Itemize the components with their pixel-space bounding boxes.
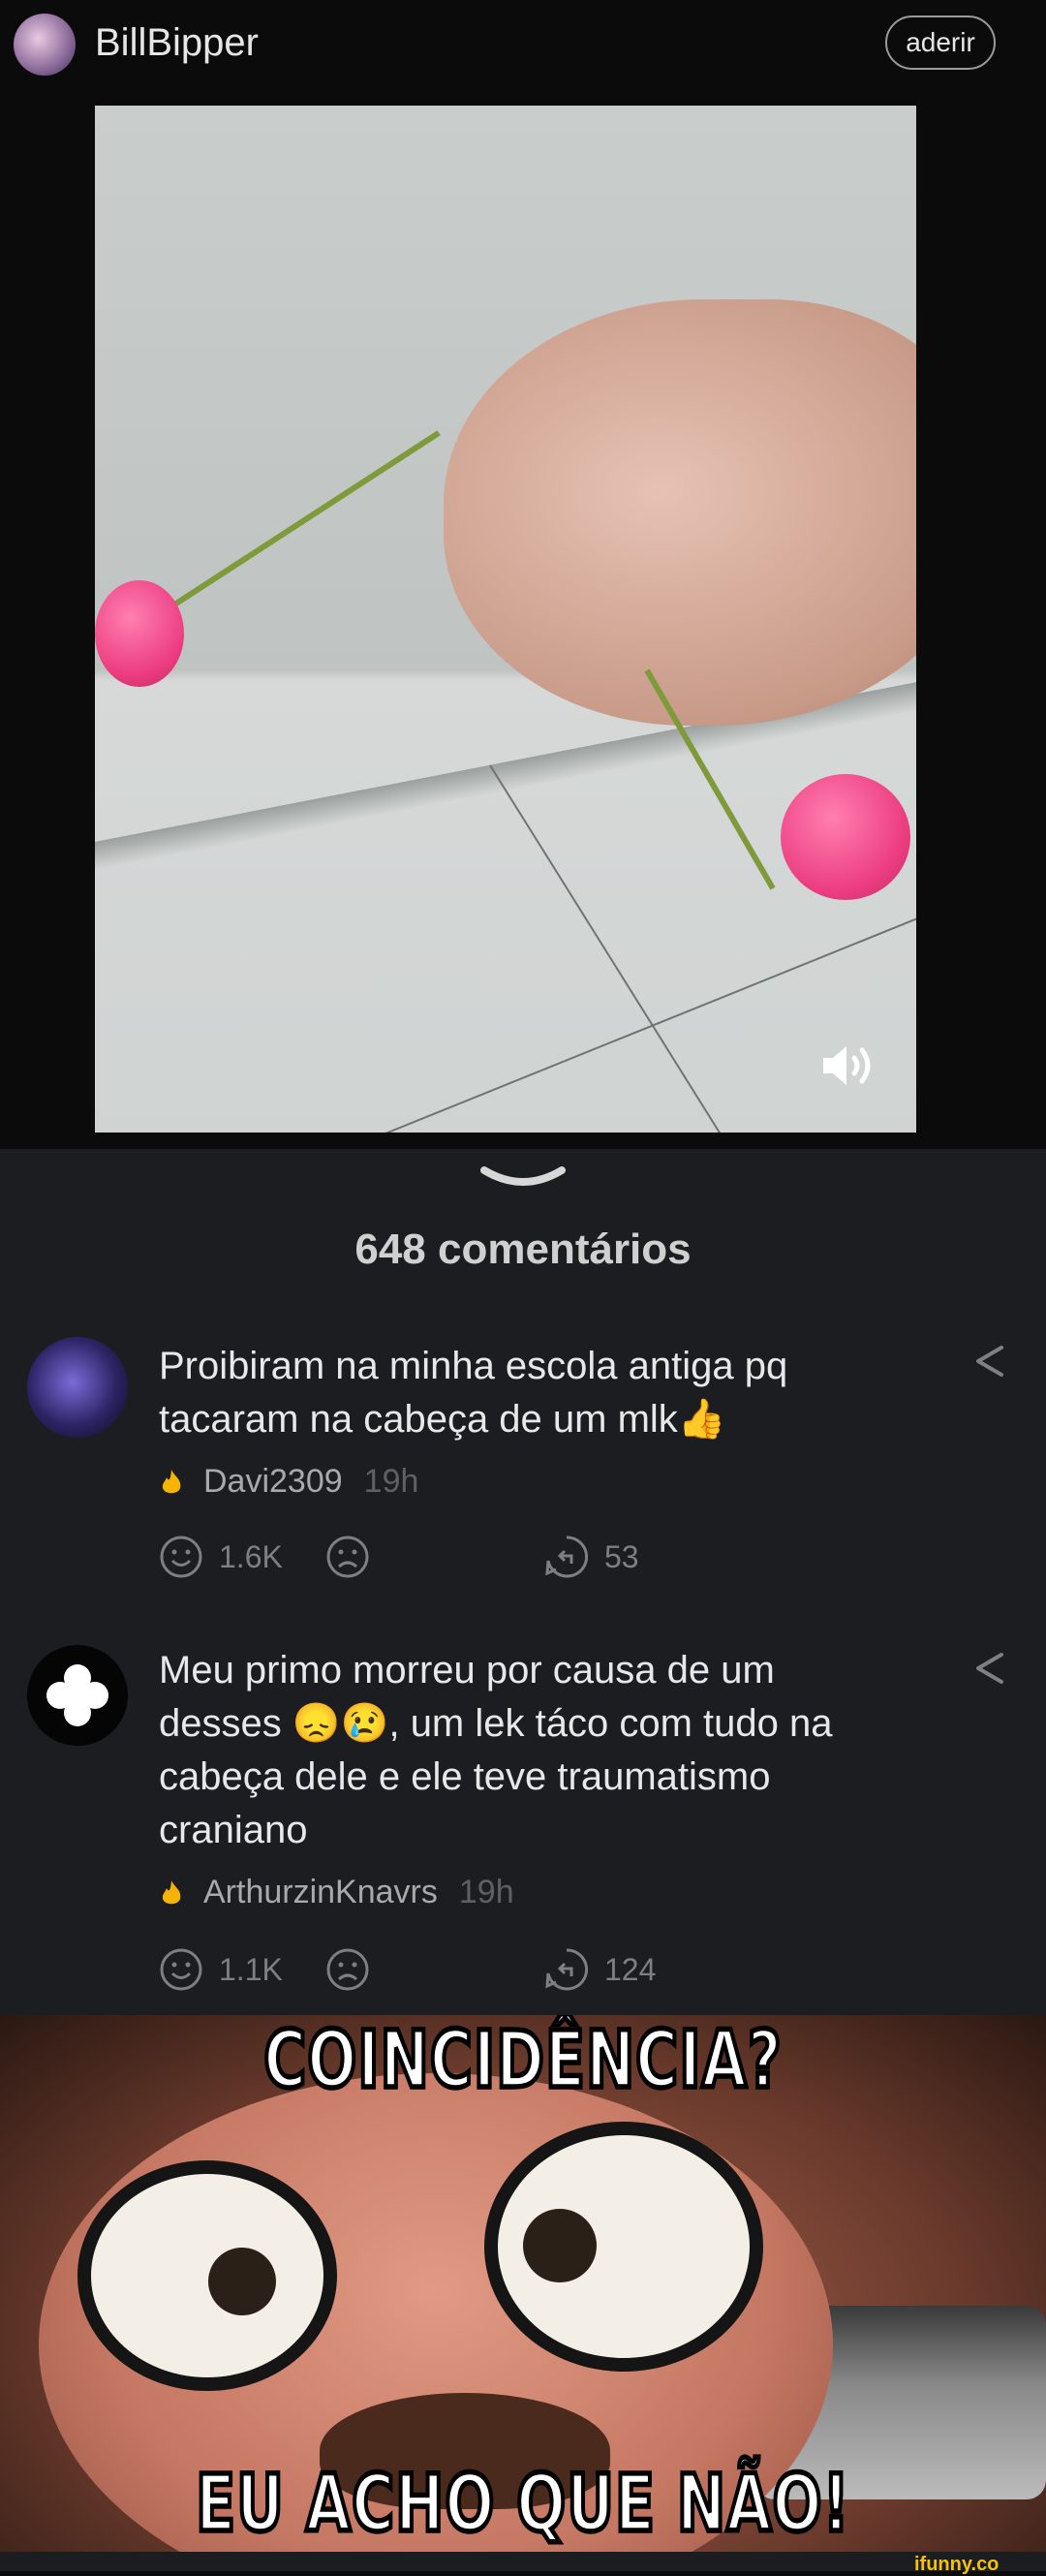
smile-icon[interactable] [159,1947,203,1992]
comment-author[interactable]: Davi2309 [203,1463,343,1501]
share-icon[interactable] [972,1649,1007,1688]
comment-meta: ArthurzinKnavrs 19h [159,1874,514,1911]
volume-icon[interactable] [819,1041,877,1090]
comment-author[interactable]: ArthurzinKnavrs [203,1874,438,1911]
join-button[interactable]: aderir [885,16,996,70]
video-frame-ball [781,774,910,900]
username[interactable]: BillBipper [95,21,259,65]
unsmile-icon[interactable] [325,1947,370,1992]
unsmile-icon[interactable] [325,1535,370,1579]
meme-bottom-text: EU ACHO QUE NÃO! [194,2456,851,2552]
video-frame-tile-line [489,764,758,1133]
smile-icon[interactable] [159,1535,203,1579]
meme-top-text: COINCIDÊNCIA? [262,2015,784,2109]
post-header: BillBipper aderir [0,0,1046,93]
flame-icon [162,1879,181,1904]
clover-icon [46,1664,108,1726]
commenter-avatar[interactable] [27,1645,128,1746]
flame-icon [162,1469,181,1493]
meme-left-pupil [208,2248,276,2315]
reply-count[interactable]: 53 [604,1539,639,1575]
comment-text: Proibiram na minha escola antiga pq taca… [159,1345,788,1441]
reply-count[interactable]: 124 [604,1952,656,1988]
watermark-bar [0,2552,1046,2571]
smile-count: 1.1K [219,1951,283,1987]
meme-image: COINCIDÊNCIA? EU ACHO QUE NÃO! [0,2015,1046,2552]
user-avatar[interactable] [14,14,76,76]
comment-time: 19h [458,1874,514,1910]
ifunny-watermark: ifunny.co [914,2554,1000,2575]
commenter-avatar[interactable] [27,1337,128,1438]
comment-actions: 1.6K 53 [159,1535,639,1579]
reply-icon[interactable] [544,1947,589,1992]
comment-count: 648 comentários [354,1226,692,1273]
video-frame-hand [444,299,916,726]
comments-section [0,1149,1046,2015]
meme-right-pupil [523,2209,597,2282]
collapse-chevron-icon[interactable] [478,1163,568,1192]
smile-count: 1.6K [219,1538,283,1574]
video-frame-string [161,430,441,615]
reply-icon[interactable] [544,1535,589,1579]
share-icon[interactable] [972,1342,1007,1381]
comment-time: 19h [363,1463,419,1500]
video-frame-ball [95,580,184,687]
comment-actions: 1.1K 124 [159,1947,656,1992]
comment-text: Meu primo morreu por causa de um desses … [159,1649,833,1851]
comment-meta: Davi2309 19h [159,1463,418,1501]
post-area: BillBipper aderir [0,0,1046,1149]
meme-left-eye [77,2160,337,2391]
video-player[interactable] [95,106,916,1133]
